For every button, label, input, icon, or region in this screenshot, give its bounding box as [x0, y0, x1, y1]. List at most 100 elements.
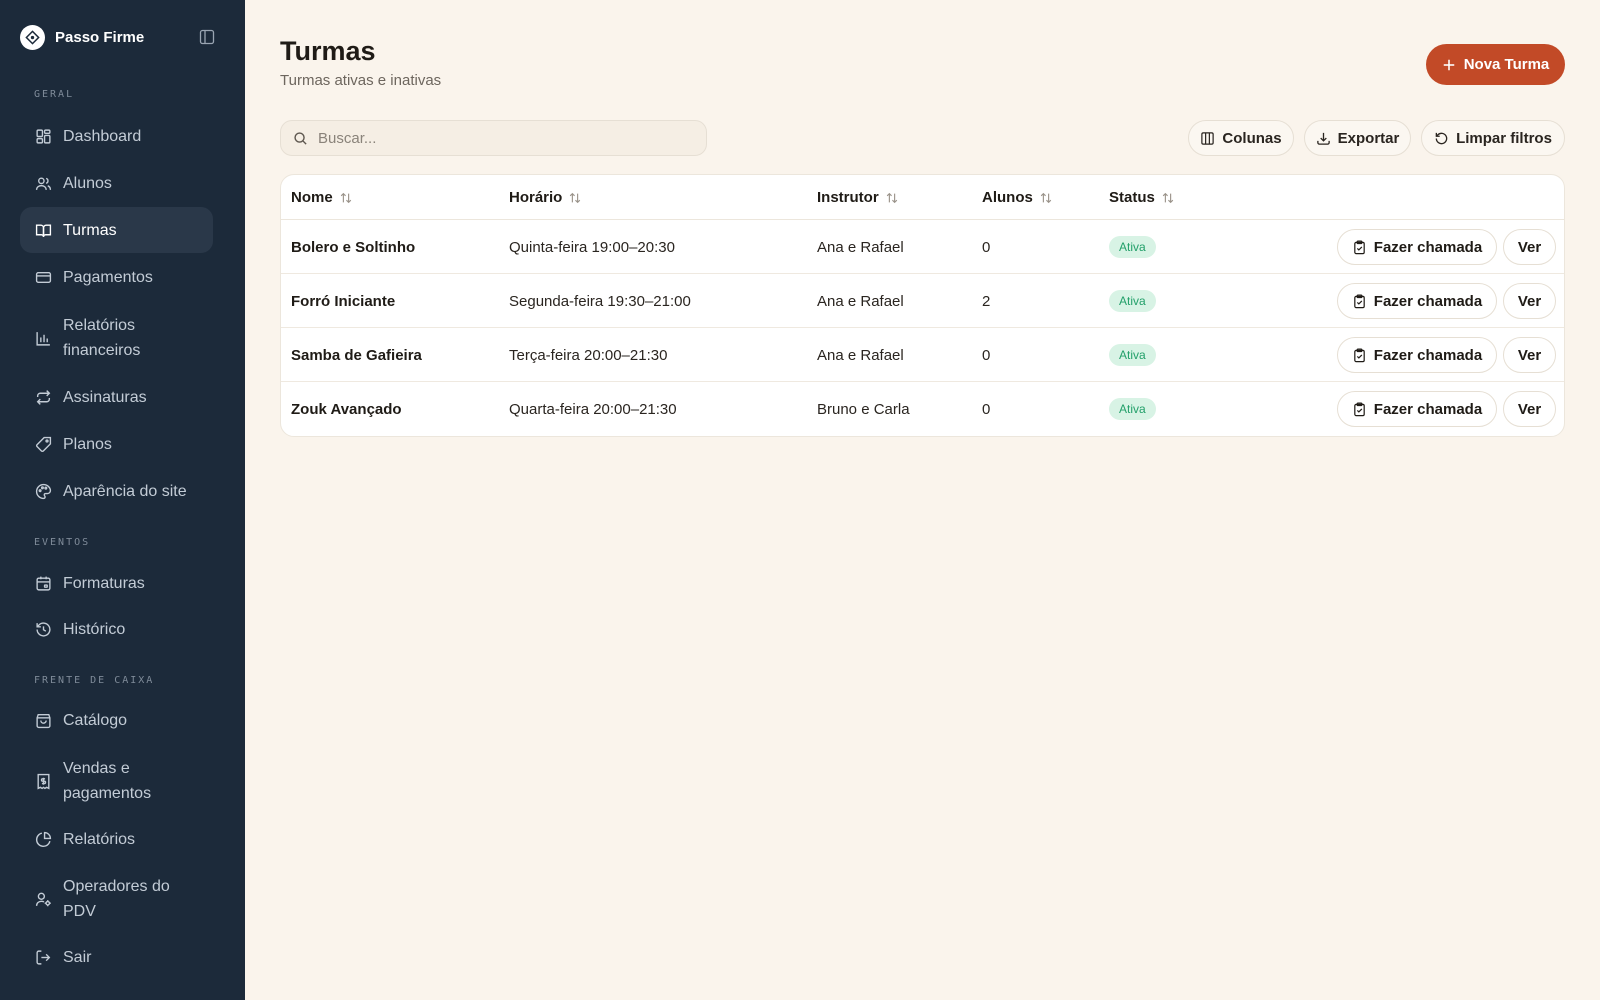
view-label: Ver: [1517, 292, 1542, 310]
sidebar-item-sair[interactable]: Sair: [20, 934, 213, 980]
table-header: Nome Horário Instrutor Alunos Status: [281, 175, 1564, 220]
sidebar-item-aparencia-do-site[interactable]: Aparência do site: [20, 468, 213, 514]
table-row: Zouk Avançado Quarta-feira 20:00–21:30 B…: [281, 382, 1564, 436]
sort-icon: [885, 191, 899, 205]
status-badge: Ativa: [1109, 236, 1156, 258]
sidebar-item-label: Histórico: [63, 620, 126, 638]
page-subtitle: Turmas ativas e inativas: [280, 72, 442, 89]
column-header-label: Instrutor: [817, 189, 879, 206]
sidebar-item-formaturas[interactable]: Formaturas: [20, 560, 213, 606]
export-label: Exportar: [1337, 129, 1400, 147]
status-badge: Ativa: [1109, 344, 1156, 366]
clear-filters-button[interactable]: Limpar filtros: [1421, 120, 1565, 156]
cell-horario: Terça-feira 20:00–21:30: [509, 346, 668, 364]
sidebar-item-dashboard[interactable]: Dashboard: [20, 113, 213, 159]
search-input[interactable]: [318, 129, 678, 147]
sidebar-item-alunos[interactable]: Alunos: [20, 160, 213, 206]
cell-instrutor: Ana e Rafael: [817, 346, 904, 364]
cell-nome: Samba de Gafieira: [291, 346, 422, 364]
column-header-label: Nome: [291, 189, 333, 206]
sidebar-item-label: Relatórios financeiros: [63, 317, 141, 359]
cell-alunos: 0: [982, 346, 991, 364]
sort-icon: [1161, 191, 1175, 205]
section-label-frente-de-caixa: FRENTE DE CAIXA: [34, 675, 155, 686]
column-header-instrutor[interactable]: Instrutor: [817, 175, 899, 220]
sidebar-item-label: Assinaturas: [63, 388, 147, 406]
take-attendance-label: Fazer chamada: [1373, 400, 1483, 418]
sidebar-item-catalogo[interactable]: Catálogo: [20, 697, 213, 743]
sidebar-item-label: Turmas: [63, 221, 117, 239]
classes-table: Nome Horário Instrutor Alunos Status Bol…: [280, 174, 1565, 437]
cell-nome: Zouk Avançado: [291, 400, 402, 418]
cell-horario: Quinta-feira 19:00–20:30: [509, 238, 675, 256]
tag-icon: [33, 434, 53, 454]
sidebar-item-planos[interactable]: Planos: [20, 421, 213, 467]
table-row: Forró Iniciante Segunda-feira 19:30–21:0…: [281, 274, 1564, 328]
sidebar-item-relatorios[interactable]: Relatórios: [20, 816, 213, 862]
take-attendance-button[interactable]: Fazer chamada: [1337, 229, 1497, 265]
sidebar-item-label: Aparência do site: [63, 482, 187, 500]
status-badge: Ativa: [1109, 398, 1156, 420]
take-attendance-button[interactable]: Fazer chamada: [1337, 337, 1497, 373]
sort-icon: [339, 191, 353, 205]
shopping-bag-icon: [33, 710, 53, 730]
credit-card-icon: [33, 267, 53, 287]
take-attendance-label: Fazer chamada: [1373, 346, 1483, 364]
clipboard-check-icon: [1352, 402, 1367, 417]
column-header-nome[interactable]: Nome: [291, 175, 353, 220]
sidebar-item-label: Catálogo: [63, 711, 128, 729]
clipboard-check-icon: [1352, 240, 1367, 255]
new-class-button[interactable]: Nova Turma: [1426, 44, 1565, 85]
sidebar-item-pagamentos[interactable]: Pagamentos: [20, 254, 213, 300]
clipboard-check-icon: [1352, 294, 1367, 309]
brand[interactable]: Passo Firme: [20, 24, 144, 50]
sort-icon: [1039, 191, 1053, 205]
sidebar-item-label: Formaturas: [63, 574, 145, 592]
sidebar-item-relatorios-financeiros[interactable]: Relatórios financeiros: [20, 305, 213, 371]
sidebar-item-assinaturas[interactable]: Assinaturas: [20, 374, 213, 420]
sidebar-item-label: Operadores do PDV: [63, 878, 170, 920]
sidebar-toggle-button[interactable]: [196, 26, 218, 48]
columns-icon: [1200, 131, 1215, 146]
column-header-horario[interactable]: Horário: [509, 175, 582, 220]
column-header-alunos[interactable]: Alunos: [982, 175, 1053, 220]
sidebar-item-label: Pagamentos: [63, 268, 153, 286]
cell-nome: Forró Iniciante: [291, 292, 396, 310]
cell-instrutor: Bruno e Carla: [817, 400, 910, 418]
cell-horario: Segunda-feira 19:30–21:00: [509, 292, 691, 310]
column-header-label: Status: [1109, 189, 1155, 206]
sidebar-item-turmas[interactable]: Turmas: [20, 207, 213, 253]
panel-left-icon: [199, 29, 215, 45]
brand-name: Passo Firme: [55, 28, 145, 46]
view-label: Ver: [1517, 238, 1542, 256]
clipboard-check-icon: [1352, 348, 1367, 363]
take-attendance-label: Fazer chamada: [1373, 238, 1483, 256]
view-button[interactable]: Ver: [1503, 391, 1556, 427]
view-button[interactable]: Ver: [1503, 229, 1556, 265]
sidebar-item-historico[interactable]: Histórico: [20, 606, 213, 652]
search-box[interactable]: [280, 120, 707, 156]
sidebar-item-operadores-do-pdv[interactable]: Operadores do PDV: [20, 866, 213, 932]
cell-horario: Quarta-feira 20:00–21:30: [509, 400, 677, 418]
calendar-icon: [33, 573, 53, 593]
columns-button[interactable]: Colunas: [1188, 120, 1294, 156]
search-icon: [293, 131, 308, 146]
cell-instrutor: Ana e Rafael: [817, 238, 904, 256]
export-button[interactable]: Exportar: [1304, 120, 1411, 156]
palette-icon: [33, 481, 53, 501]
user-cog-icon: [33, 889, 53, 909]
column-header-label: Alunos: [982, 189, 1033, 206]
cell-alunos: 2: [982, 292, 991, 310]
section-label-geral: GERAL: [34, 89, 75, 100]
column-header-status[interactable]: Status: [1109, 175, 1175, 220]
section-label-eventos: EVENTOS: [34, 537, 91, 548]
take-attendance-button[interactable]: Fazer chamada: [1337, 283, 1497, 319]
cell-instrutor: Ana e Rafael: [817, 292, 904, 310]
sidebar-item-vendas-e-pagamentos[interactable]: Vendas e pagamentos: [20, 748, 213, 814]
view-button[interactable]: Ver: [1503, 337, 1556, 373]
view-label: Ver: [1517, 400, 1542, 418]
receipt-icon: [33, 771, 53, 791]
take-attendance-button[interactable]: Fazer chamada: [1337, 391, 1497, 427]
view-button[interactable]: Ver: [1503, 283, 1556, 319]
sidebar: Passo Firme GERAL Dashboard Alunos Turma…: [0, 0, 245, 1000]
